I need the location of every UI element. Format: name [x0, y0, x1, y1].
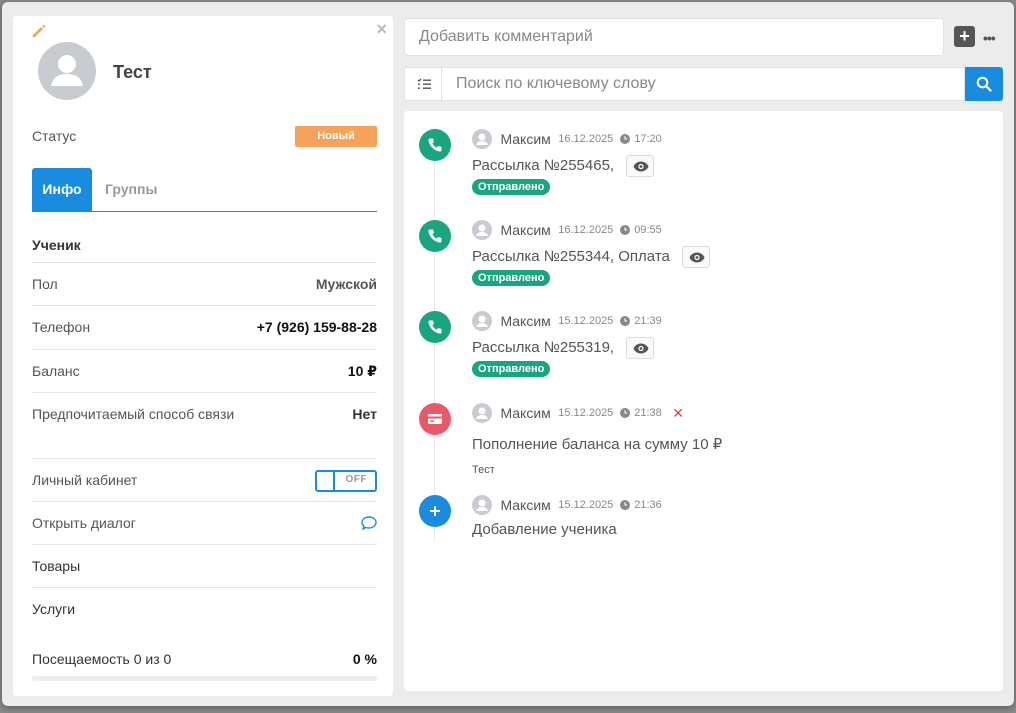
entry-time: 21:39 — [634, 315, 662, 327]
field-value: Нет — [352, 406, 377, 422]
contact-name: Тест — [113, 62, 152, 82]
entry-text: Добавление ученика — [472, 521, 617, 538]
clock-icon — [619, 500, 630, 510]
filter-button[interactable] — [404, 67, 442, 101]
author-name[interactable]: Максим — [500, 497, 550, 513]
entry-date: 15.12.2025 — [558, 407, 614, 419]
entry-time: 21:38 — [634, 407, 662, 419]
author-name[interactable]: Максим — [500, 313, 550, 329]
field-value[interactable]: +7 (926) 159-88-28 — [257, 319, 377, 335]
entry-date: 15.12.2025 — [558, 315, 614, 327]
view-button[interactable] — [626, 155, 655, 177]
clock-icon — [619, 316, 630, 326]
search-input[interactable]: Поиск по ключевому слову — [442, 67, 965, 101]
tab-info[interactable]: Инфо — [32, 168, 92, 211]
clock-icon — [619, 408, 630, 418]
entry-time: 17:20 — [634, 133, 662, 145]
status-badge[interactable]: Новый — [295, 126, 377, 147]
entry-text: Рассылка №255465, — [472, 156, 615, 174]
tab-bar: Инфо Группы — [32, 168, 377, 212]
dialog-label: Открыть диалог — [32, 515, 136, 531]
pencil-icon[interactable] — [30, 22, 48, 40]
goods-label: Товары — [32, 558, 81, 574]
services-row[interactable]: Услуги — [32, 587, 377, 630]
dialog-row[interactable]: Открыть диалог — [32, 501, 377, 544]
field-label: Пол — [32, 276, 58, 292]
entry-note: Тест — [472, 464, 495, 476]
user-avatar-icon — [472, 220, 492, 240]
eye-icon — [633, 343, 649, 354]
close-icon[interactable]: × — [376, 20, 387, 38]
add-comment-button[interactable]: + — [954, 26, 975, 47]
field-label: Баланс — [32, 363, 80, 379]
view-button[interactable] — [682, 246, 711, 268]
field-label: Телефон — [32, 319, 91, 335]
chat-bubble-icon[interactable] — [361, 516, 377, 530]
clock-icon — [619, 134, 630, 144]
cabinet-toggle[interactable]: OFF — [315, 470, 377, 492]
sent-badge: Отправлено — [472, 270, 551, 286]
goods-row[interactable]: Товары — [32, 544, 377, 587]
checklist-icon — [417, 78, 431, 89]
entry-time: 21:36 — [634, 499, 662, 511]
search-icon — [976, 76, 992, 92]
field-row-contact-method: Предпочитаемый способ связи Нет — [32, 392, 377, 435]
more-options-icon[interactable]: ••• — [983, 30, 996, 46]
clock-icon — [619, 225, 630, 235]
toggle-knob — [317, 472, 335, 490]
user-avatar-icon — [472, 403, 492, 423]
user-avatar-icon — [472, 495, 492, 515]
search-button[interactable] — [965, 67, 1003, 101]
sent-badge: Отправлено — [472, 361, 551, 377]
delete-icon[interactable]: ✕ — [672, 405, 684, 421]
user-avatar-icon — [472, 129, 492, 149]
phone-icon — [419, 129, 451, 161]
avatar — [38, 42, 96, 100]
author-name[interactable]: Максим — [500, 222, 550, 238]
field-value: 10 ₽ — [347, 363, 377, 379]
entry-date: 16.12.2025 — [558, 224, 614, 236]
field-row-gender: Пол Мужской — [32, 262, 377, 305]
status-label: Статус — [32, 128, 77, 144]
attendance-progress — [32, 676, 377, 681]
attendance-label: Посещаемость 0 из 0 — [32, 651, 172, 667]
eye-icon — [633, 161, 649, 172]
entry-text: Рассылка №255344, Оплата — [472, 247, 670, 265]
field-row-phone: Телефон +7 (926) 159-88-28 — [32, 305, 377, 348]
tab-groups[interactable]: Группы — [95, 168, 167, 211]
author-name[interactable]: Максим — [500, 131, 550, 147]
services-label: Услуги — [32, 601, 76, 617]
comment-input[interactable]: Добавить комментарий — [404, 18, 944, 56]
author-name[interactable]: Максим — [500, 405, 550, 421]
toggle-state: OFF — [345, 474, 367, 485]
view-button[interactable] — [626, 337, 655, 359]
eye-icon — [689, 252, 705, 263]
cabinet-label: Личный кабинет — [32, 472, 138, 488]
field-row-balance: Баланс 10 ₽ — [32, 349, 377, 392]
cabinet-row: Личный кабинет OFF — [32, 458, 377, 501]
phone-icon — [419, 311, 451, 343]
attendance-row: Посещаемость 0 из 0 0 % — [32, 638, 377, 681]
sent-badge: Отправлено — [472, 179, 551, 195]
activity-feed: Максим 16.12.2025 17:20 Рассылка №255465… — [404, 111, 1003, 691]
contact-card: × Тест Статус Новый Инфо Группы Ученик П… — [13, 16, 393, 696]
entry-time: 09:55 — [634, 224, 662, 236]
entry-text: Рассылка №255319, — [472, 338, 615, 356]
entry-text: Пополнение баланса на сумму 10 ₽ — [472, 436, 723, 453]
card-icon — [419, 403, 451, 435]
field-label: Предпочитаемый способ связи — [32, 406, 235, 422]
phone-icon — [419, 220, 451, 252]
entry-date: 15.12.2025 — [558, 499, 614, 511]
section-title: Ученик — [32, 237, 81, 253]
entry-date: 16.12.2025 — [558, 133, 614, 145]
contact-modal: × Тест Статус Новый Инфо Группы Ученик П… — [2, 2, 1014, 706]
attendance-value: 0 % — [352, 651, 377, 667]
user-avatar-icon — [472, 311, 492, 331]
plus-icon — [419, 495, 451, 527]
field-value: Мужской — [315, 276, 377, 292]
